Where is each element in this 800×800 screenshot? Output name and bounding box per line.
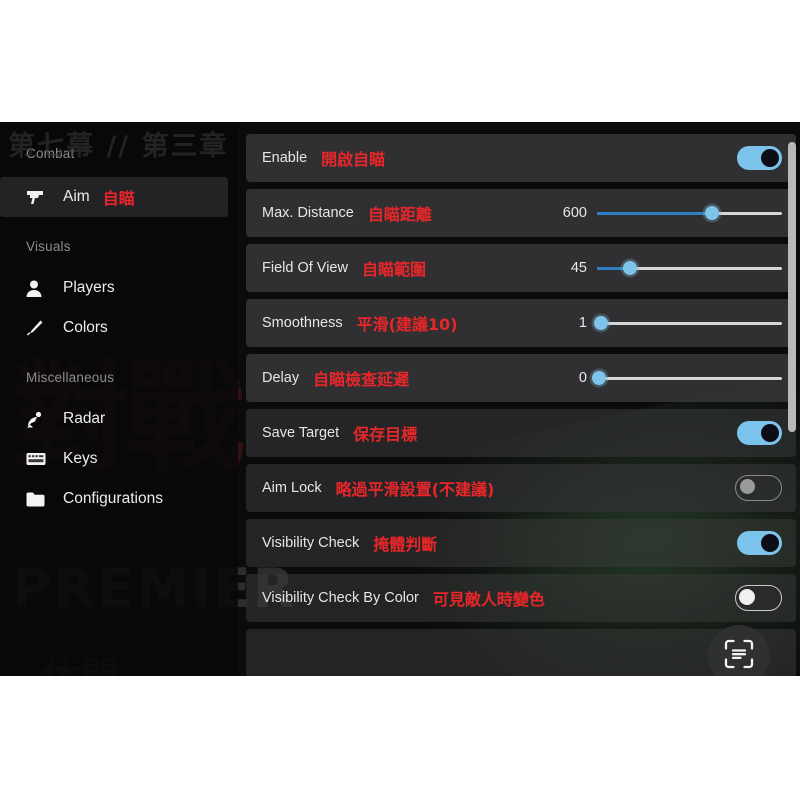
setting-row-visibility-check[interactable]: Visibility Check 掩體判斷 <box>246 519 796 567</box>
sidebar: 第七幕 // 第三章 Combat Aim 自瞄 Visuals Players… <box>0 122 238 676</box>
slider-fill <box>597 211 712 215</box>
sidebar-item-players[interactable]: Players <box>0 268 238 308</box>
slider-knob[interactable] <box>623 261 638 275</box>
toggle-save-target[interactable] <box>737 421 782 445</box>
sidebar-item-radar[interactable]: Radar <box>0 399 238 439</box>
setting-row-max-distance[interactable]: Max. Distance 自瞄距離 600 <box>246 189 796 237</box>
setting-label-delay: Delay <box>262 370 300 386</box>
keyboard-icon <box>26 450 50 468</box>
setting-row-smoothness[interactable]: Smoothness 平滑(建議10) 1 <box>246 299 796 347</box>
toggle-visibility-check-by-color[interactable] <box>735 585 782 611</box>
slider-knob[interactable] <box>704 206 719 220</box>
settings-panel: Enable 開啟自瞄 Max. Distance 自瞄距離 600 Field… <box>246 122 800 676</box>
background-chapter-watermark: 第七幕 // 第三章 <box>8 131 229 162</box>
setting-row-visibility-check-by-color[interactable]: Visibility Check By Color 可見敵人時變色 <box>246 574 796 622</box>
slider-delay[interactable] <box>591 370 782 386</box>
slider-track <box>597 321 782 325</box>
setting-row-field-of-view[interactable]: Field Of View 自瞄範圍 45 <box>246 244 796 292</box>
folder-icon <box>26 490 50 508</box>
sidebar-item-keys[interactable]: Keys <box>0 439 238 479</box>
setting-label-max-distance: Max. Distance <box>262 205 354 221</box>
slider-smoothness[interactable] <box>593 315 782 331</box>
panel-scrollbar[interactable] <box>788 142 796 432</box>
slider-max-distance[interactable] <box>597 205 782 221</box>
person-icon <box>26 279 50 297</box>
slider-knob[interactable] <box>593 316 608 330</box>
text-scan-icon <box>724 639 754 674</box>
sidebar-item-aim[interactable]: Aim 自瞄 <box>0 177 228 217</box>
toggle-visibility-check[interactable] <box>737 531 782 555</box>
slider-field-of-view[interactable] <box>597 260 782 276</box>
setting-label-smoothness: Smoothness <box>262 315 343 331</box>
setting-annotation-smoothness: 平滑(建議10) <box>356 315 458 334</box>
sidebar-item-label-colors: Colors <box>63 319 108 336</box>
sidebar-heading-visuals: Visuals <box>26 239 71 254</box>
brush-icon <box>26 319 50 337</box>
pistol-icon <box>26 188 50 206</box>
slider-track <box>597 376 782 380</box>
setting-annotation-enable: 開啟自瞄 <box>321 150 386 169</box>
slider-knob[interactable] <box>591 371 606 385</box>
setting-annotation-save-target: 保存目標 <box>353 425 418 444</box>
satellite-dish-icon <box>26 410 50 428</box>
setting-row-save-target[interactable]: Save Target 保存目標 <box>246 409 796 457</box>
slider-value-max-distance: 600 <box>562 205 587 221</box>
setting-annotation-aim-lock: 略過平滑設置(不建議) <box>335 480 495 499</box>
setting-label-visibility-check-by-color: Visibility Check By Color <box>262 590 419 606</box>
sidebar-item-colors[interactable]: Colors <box>0 308 238 348</box>
setting-annotation-visibility-check: 掩體判斷 <box>373 535 438 554</box>
sidebar-item-annotation-aim: 自瞄 <box>102 189 135 208</box>
sidebar-heading-miscellaneous: Miscellaneous <box>26 370 115 385</box>
setting-annotation-field-of-view: 自瞄範圍 <box>361 260 426 279</box>
setting-label-enable: Enable <box>262 150 308 166</box>
slider-value-delay: 0 <box>578 370 587 386</box>
toggle-aim-lock[interactable] <box>735 475 782 501</box>
sidebar-item-configurations[interactable]: Configurations <box>0 479 238 519</box>
toggle-enable[interactable] <box>737 146 782 170</box>
setting-annotation-delay: 自瞄檢查延遲 <box>313 370 410 389</box>
setting-row-delay[interactable]: Delay 自瞄檢查延遲 0 <box>246 354 796 402</box>
setting-annotation-max-distance: 自瞄距離 <box>367 205 432 224</box>
slider-value-smoothness: 1 <box>578 315 587 331</box>
setting-annotation-visibility-check-by-color: 可見敵人時變色 <box>432 590 545 609</box>
setting-label-save-target: Save Target <box>262 425 340 441</box>
setting-label-field-of-view: Field Of View <box>262 260 348 276</box>
screenshot-frame: 對戰 PREMIER 休閒 第七幕 // 第三章 Combat Aim 自瞄 V… <box>0 122 800 676</box>
setting-row-enable[interactable]: Enable 開啟自瞄 <box>246 134 796 182</box>
sidebar-item-label-players: Players <box>63 279 115 296</box>
sidebar-item-label-keys: Keys <box>63 450 98 467</box>
sidebar-item-label-configurations: Configurations <box>63 490 163 507</box>
setting-label-aim-lock: Aim Lock <box>262 480 322 496</box>
sidebar-item-label-radar: Radar <box>63 410 106 427</box>
sidebar-item-label-aim: Aim <box>63 188 90 205</box>
setting-label-visibility-check: Visibility Check <box>262 535 360 551</box>
setting-row-aim-lock[interactable]: Aim Lock 略過平滑設置(不建議) <box>246 464 796 512</box>
slider-value-field-of-view: 45 <box>570 260 587 276</box>
